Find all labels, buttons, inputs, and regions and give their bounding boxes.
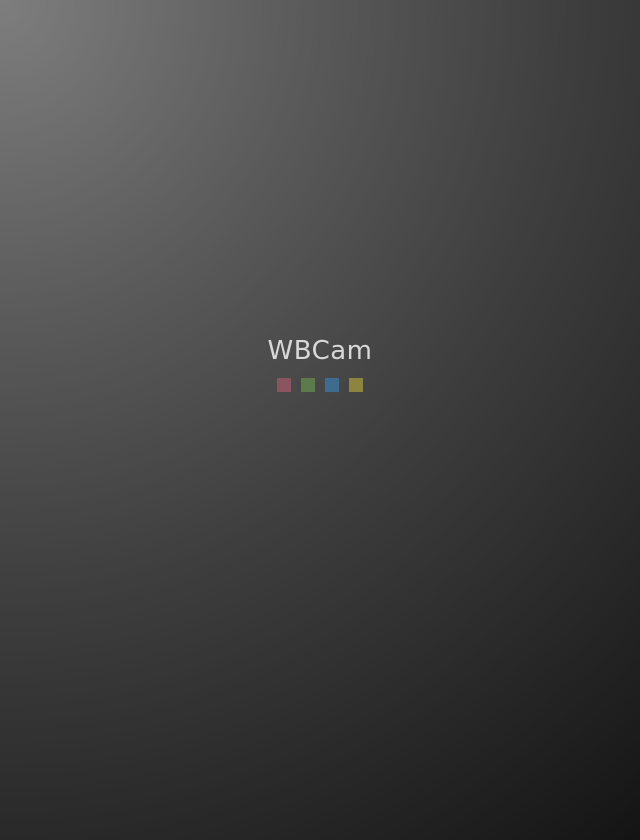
splash-screen: WBCam: [0, 334, 640, 392]
loading-dot-blue: [325, 378, 339, 392]
loading-indicator: [277, 378, 363, 392]
loading-dot-red: [277, 378, 291, 392]
loading-dot-green: [301, 378, 315, 392]
loading-dot-yellow: [349, 378, 363, 392]
app-title: WBCam: [267, 336, 373, 366]
